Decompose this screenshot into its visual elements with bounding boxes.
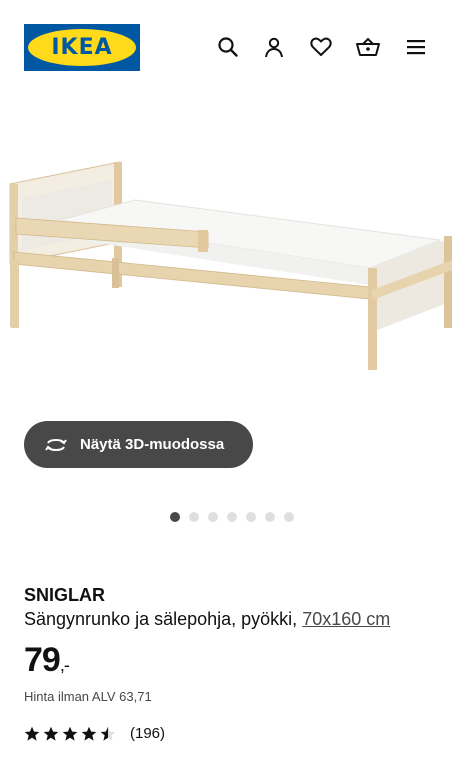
review-count: (196) [130, 725, 166, 742]
bed-illustration [9, 161, 452, 370]
product-name[interactable]: SNIGLAR [24, 585, 105, 606]
profile-icon[interactable] [261, 34, 287, 60]
logo-text: IKEA [51, 35, 113, 60]
carousel-dot[interactable] [170, 512, 180, 522]
star-full-icon [43, 726, 59, 741]
ikea-logo[interactable]: IKEA [24, 24, 140, 71]
carousel-dot[interactable] [246, 512, 256, 522]
carousel-dot[interactable] [284, 512, 294, 522]
product-image[interactable] [0, 140, 465, 420]
product-rating[interactable]: (196) [24, 725, 165, 742]
product-price: 79,- [24, 641, 70, 680]
carousel-dot[interactable] [189, 512, 199, 522]
carousel-dot[interactable] [227, 512, 237, 522]
price-excluding-vat: Hinta ilman ALV 63,71 [24, 689, 152, 704]
basket-icon[interactable] [355, 34, 381, 60]
heart-icon[interactable] [308, 34, 334, 60]
view-3d-label: Näytä 3D-muodossa [80, 436, 225, 453]
search-icon[interactable] [215, 34, 241, 60]
rating-stars [24, 726, 116, 742]
top-header: IKEA [0, 0, 465, 95]
carousel-dots[interactable] [170, 512, 294, 522]
star-half-icon [100, 726, 116, 741]
carousel-dot[interactable] [265, 512, 275, 522]
rotate-3d-icon [44, 433, 68, 457]
star-full-icon [62, 726, 78, 741]
price-suffix: ,- [59, 655, 70, 675]
star-full-icon [81, 726, 97, 741]
menu-icon[interactable] [403, 34, 429, 60]
product-description: Sängynrunko ja sälepohja, pyökki, 70x160… [24, 609, 390, 630]
star-full-icon [24, 726, 40, 741]
view-3d-button[interactable]: Näytä 3D-muodossa [24, 421, 253, 468]
price-main: 79 [24, 641, 61, 679]
product-dimensions-link[interactable]: 70x160 cm [302, 609, 390, 629]
product-description-text: Sängynrunko ja sälepohja, pyökki, [24, 609, 298, 629]
carousel-dot[interactable] [208, 512, 218, 522]
